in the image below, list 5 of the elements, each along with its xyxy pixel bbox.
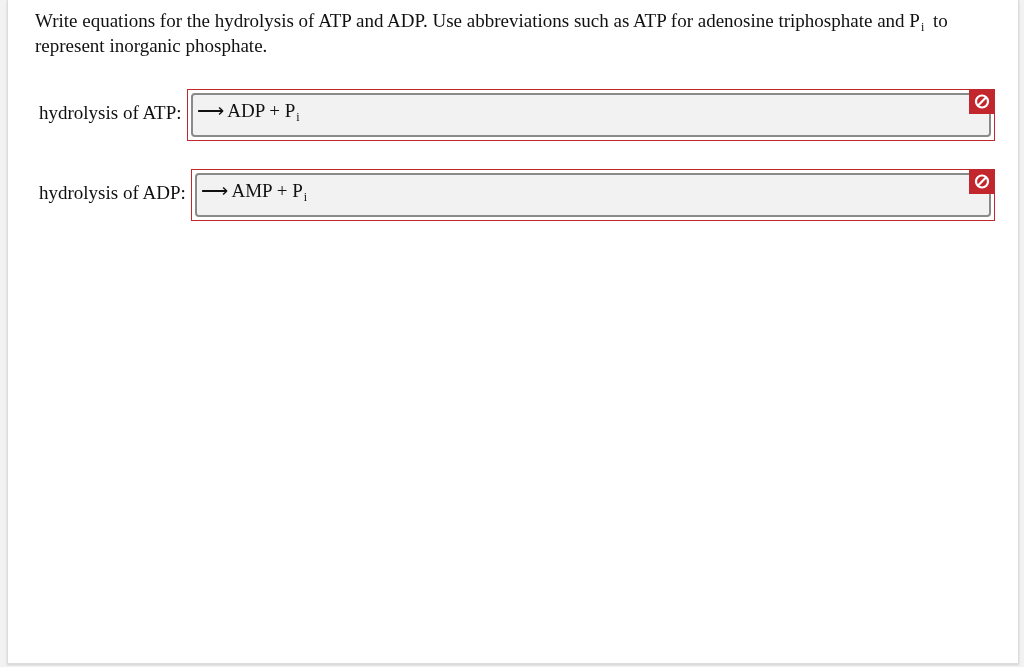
answer-field[interactable]: ⟶ ADP + P$_{i}$: [190, 93, 991, 137]
question-text: Write equations for the hydrolysis of ATP and ADP. Use abbreviations such as ATP for adenosine triphosphate and P$_{i}$ to represent inorganic phosphate.: [35, 9, 949, 58]
answer-label: hydrolysis of ATP:: [39, 102, 182, 125]
answer-field[interactable]: ⟶ AMP + P$_{i}$: [194, 173, 991, 217]
answer-label: hydrolysis of ADP:: [39, 182, 186, 205]
